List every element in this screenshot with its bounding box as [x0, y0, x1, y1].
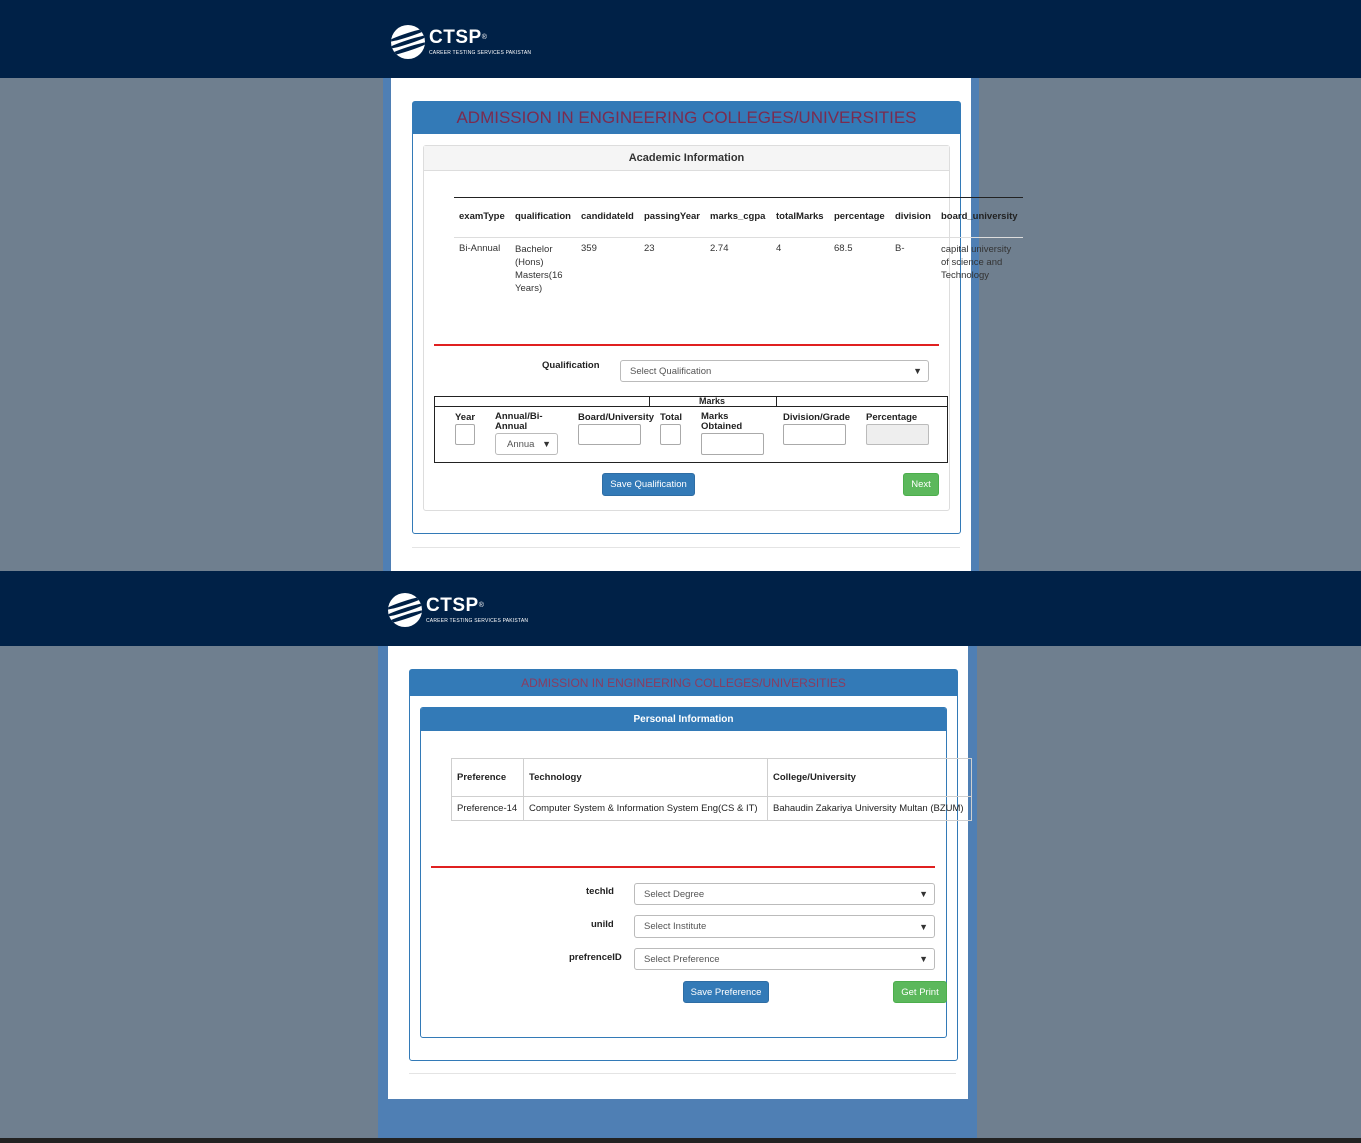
board-label: Board/University [578, 412, 655, 423]
section-title: Academic Information [424, 146, 949, 171]
chevron-down-icon: ▼ [919, 921, 928, 932]
save-qualification-button[interactable]: Save Qualification [602, 473, 695, 496]
cell-passingYear: 23 [644, 243, 655, 254]
page-title: ADMISSION IN ENGINEERING COLLEGES/UNIVER… [410, 670, 957, 696]
marks-group-divider-left [649, 396, 650, 406]
year-input[interactable] [455, 424, 475, 445]
page-title: ADMISSION IN ENGINEERING COLLEGES/UNIVER… [413, 102, 960, 134]
col-college: College/University [767, 758, 972, 797]
card-bottom-line [409, 1073, 956, 1074]
top-header: CTSP® CAREER TESTING SERVICES PAKISTAN [0, 0, 1361, 78]
marks-group-divider-right [776, 396, 777, 406]
col-qualification: qualification [515, 211, 571, 222]
cell-examType: Bi-Annual [459, 243, 501, 254]
brand-tagline: CAREER TESTING SERVICES PAKISTAN [426, 618, 529, 624]
marks-obtained-input[interactable] [701, 433, 764, 455]
cell-board-university: capital university of science and Techno… [941, 244, 1012, 281]
col-percentage: percentage [834, 211, 885, 222]
col-passingYear: passingYear [644, 211, 700, 222]
section-divider [434, 344, 939, 346]
ctsp-logo[interactable]: CTSP® CAREER TESTING SERVICES PAKISTAN [388, 593, 528, 627]
cell-division: B- [895, 243, 905, 254]
col-board-university: board_university [941, 211, 1018, 222]
techId-label: techId [586, 886, 614, 897]
annual-select[interactable]: Annua ▼ [495, 433, 558, 455]
division-label: Division/Grade [783, 412, 851, 423]
table-top-border [454, 197, 1023, 198]
brand-name: CTSP [429, 27, 482, 48]
col-totalMarks: totalMarks [776, 211, 824, 222]
marks-group-label: Marks [699, 396, 726, 406]
save-preference-button[interactable]: Save Preference [683, 981, 769, 1003]
cell-qualification: Bachelor (Hons) Masters(16 Years) [515, 244, 563, 294]
col-candidateId: candidateId [581, 211, 634, 222]
preference-select[interactable]: Select Preference ▼ [634, 948, 935, 970]
table-header-border [454, 237, 1023, 238]
cell-candidateId: 359 [581, 243, 597, 254]
footer-strip [0, 1138, 1361, 1143]
cell-preference: Preference-14 [451, 796, 524, 821]
annual-label: Annual/Bi- Annual [495, 411, 543, 432]
chevron-down-icon: ▼ [919, 889, 928, 899]
cell-marks-cgpa: 2.74 [710, 243, 729, 254]
col-preference: Preference [451, 758, 524, 797]
col-division: division [895, 211, 931, 222]
chevron-down-icon: ▼ [913, 366, 922, 376]
cell-college: Bahaudin Zakariya University Multan (BZU… [767, 796, 972, 821]
marks-group-header [434, 396, 948, 407]
next-button[interactable]: Next [903, 473, 939, 496]
percentage-input [866, 424, 929, 445]
col-technology: Technology [523, 758, 768, 797]
cell-percentage: 68.5 [834, 243, 853, 254]
cell-technology: Computer System & Information System Eng… [523, 796, 768, 821]
ctsp-logo[interactable]: CTSP® CAREER TESTING SERVICES PAKISTAN [391, 25, 531, 59]
division-input[interactable] [783, 424, 846, 445]
percentage-label: Percentage [866, 412, 918, 423]
institute-select[interactable]: Select Institute ▼ [634, 915, 935, 938]
chevron-down-icon: ▼ [919, 954, 928, 964]
uniId-label: uniId [591, 919, 614, 930]
qualification-label: Qualification [542, 360, 600, 371]
chevron-down-icon: ▼ [542, 439, 551, 449]
globe-icon [388, 593, 422, 627]
col-marks-cgpa: marks_cgpa [710, 211, 766, 222]
prefrenceID-label: prefrenceID [569, 952, 622, 963]
board-input[interactable] [578, 424, 641, 445]
cell-totalMarks: 4 [776, 243, 782, 254]
card-bottom-line [412, 547, 960, 548]
total-label: Total [660, 412, 682, 423]
globe-icon [391, 25, 425, 59]
year-label: Year [455, 412, 476, 423]
qualification-select[interactable]: Select Qualification ▼ [620, 360, 929, 382]
get-print-button[interactable]: Get Print [893, 981, 947, 1003]
preference-table: Preference Technology College/University… [451, 758, 972, 821]
top-header-2: CTSP® CAREER TESTING SERVICES PAKISTAN [0, 571, 1361, 646]
degree-select[interactable]: Select Degree ▼ [634, 883, 935, 905]
section-title: Personal Information [421, 708, 946, 731]
brand-tagline: CAREER TESTING SERVICES PAKISTAN [429, 50, 532, 56]
col-examType: examType [459, 211, 505, 222]
section-divider [431, 866, 935, 868]
marks-obtained-label: Marks Obtained [701, 411, 743, 432]
total-input[interactable] [660, 424, 681, 445]
brand-name: CTSP [426, 595, 479, 616]
